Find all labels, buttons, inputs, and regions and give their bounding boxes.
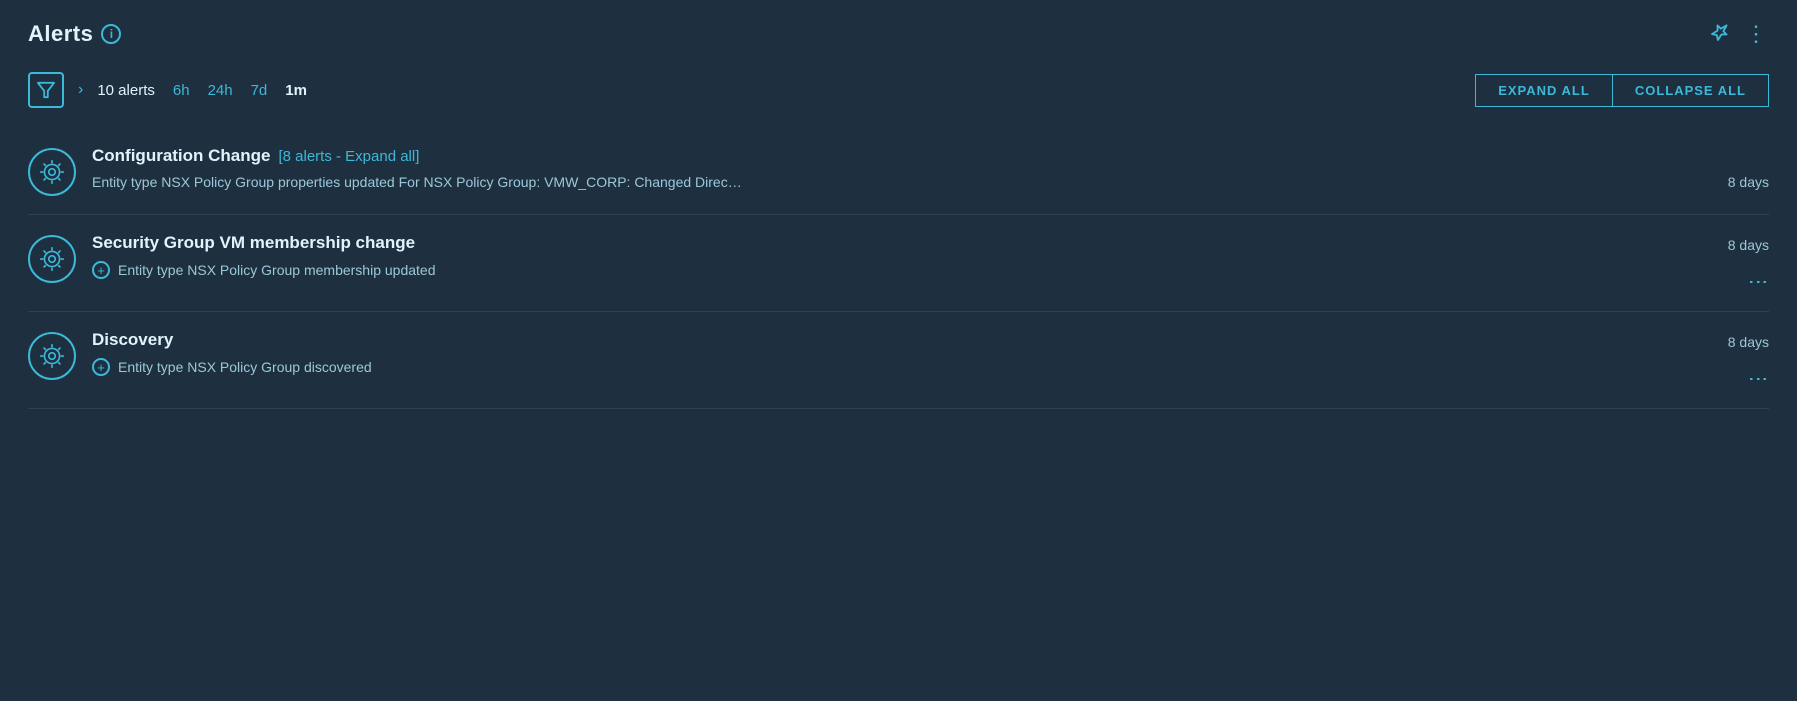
expand-circle-discovery[interactable]: + bbox=[92, 358, 110, 376]
time-filter-1m[interactable]: 1m bbox=[281, 80, 311, 101]
time-filter-7d[interactable]: 7d bbox=[247, 80, 272, 101]
alert-desc-discovery: + Entity type NSX Policy Group discovere… bbox=[92, 358, 1673, 376]
filter-button[interactable] bbox=[28, 72, 64, 108]
more-options-security[interactable]: ⋮ bbox=[1748, 272, 1768, 294]
header-right: ⋮ bbox=[1707, 20, 1769, 48]
alert-list: Configuration Change [8 alerts - Expand … bbox=[28, 128, 1769, 409]
alert-icon-config bbox=[28, 148, 76, 196]
panel-header: Alerts i ⋮ bbox=[28, 20, 1769, 48]
alert-row: Security Group VM membership change + En… bbox=[28, 215, 1769, 312]
alert-count: 10 alerts bbox=[97, 82, 155, 99]
alerts-panel: Alerts i ⋮ › 10 alerts 6h bbox=[0, 0, 1797, 701]
more-menu-icon[interactable]: ⋮ bbox=[1745, 21, 1769, 47]
info-icon[interactable]: i bbox=[101, 24, 121, 44]
collapse-all-button[interactable]: COLLAPSE ALL bbox=[1612, 74, 1769, 107]
alert-right-discovery: 8 days ⋮ bbox=[1689, 330, 1769, 390]
alert-desc-text-discovery: Entity type NSX Policy Group discovered bbox=[118, 359, 372, 375]
alert-title-config: Configuration Change bbox=[92, 146, 270, 166]
time-filter-6h[interactable]: 6h bbox=[169, 80, 194, 101]
alert-title-row-config: Configuration Change [8 alerts - Expand … bbox=[92, 146, 1769, 166]
alert-content-config: Configuration Change [8 alerts - Expand … bbox=[92, 146, 1769, 190]
time-filter-group: 6h 24h 7d 1m bbox=[169, 80, 311, 101]
alert-title-row-security: Security Group VM membership change bbox=[92, 233, 1673, 253]
alert-desc-config: Entity type NSX Policy Group properties … bbox=[92, 174, 1769, 190]
toolbar-row: › 10 alerts 6h 24h 7d 1m EXPAND ALL COLL… bbox=[28, 72, 1769, 108]
expand-circle-security[interactable]: + bbox=[92, 261, 110, 279]
alert-right-security: 8 days ⋮ bbox=[1689, 233, 1769, 293]
panel-title: Alerts bbox=[28, 21, 93, 47]
alert-time-discovery: 8 days bbox=[1728, 334, 1769, 350]
alert-icon-security bbox=[28, 235, 76, 283]
alert-title-discovery: Discovery bbox=[92, 330, 173, 350]
alert-row: Configuration Change [8 alerts - Expand … bbox=[28, 128, 1769, 215]
expand-all-button[interactable]: EXPAND ALL bbox=[1475, 74, 1612, 107]
alert-desc-text-security: Entity type NSX Policy Group membership … bbox=[118, 262, 436, 278]
alert-content-discovery: Discovery + Entity type NSX Policy Group… bbox=[92, 330, 1673, 376]
expand-chevron[interactable]: › bbox=[78, 81, 83, 99]
pin-icon[interactable] bbox=[1700, 16, 1735, 51]
alert-row: Discovery + Entity type NSX Policy Group… bbox=[28, 312, 1769, 409]
alert-time-security: 8 days bbox=[1728, 237, 1769, 253]
alert-icon-discovery bbox=[28, 332, 76, 380]
toolbar-left: › 10 alerts 6h 24h 7d 1m bbox=[28, 72, 311, 108]
alert-desc-text-config: Entity type NSX Policy Group properties … bbox=[92, 174, 742, 190]
alert-content-security: Security Group VM membership change + En… bbox=[92, 233, 1673, 279]
more-options-discovery[interactable]: ⋮ bbox=[1748, 369, 1768, 391]
alert-time-config: 8 days bbox=[1728, 174, 1769, 190]
alert-title-row-discovery: Discovery bbox=[92, 330, 1673, 350]
header-left: Alerts i bbox=[28, 21, 121, 47]
toolbar-right: EXPAND ALL COLLAPSE ALL bbox=[1475, 74, 1769, 107]
time-filter-24h[interactable]: 24h bbox=[204, 80, 237, 101]
alert-desc-security: + Entity type NSX Policy Group membershi… bbox=[92, 261, 1673, 279]
alert-badge-config[interactable]: [8 alerts - Expand all] bbox=[278, 148, 419, 165]
alert-title-security: Security Group VM membership change bbox=[92, 233, 415, 253]
